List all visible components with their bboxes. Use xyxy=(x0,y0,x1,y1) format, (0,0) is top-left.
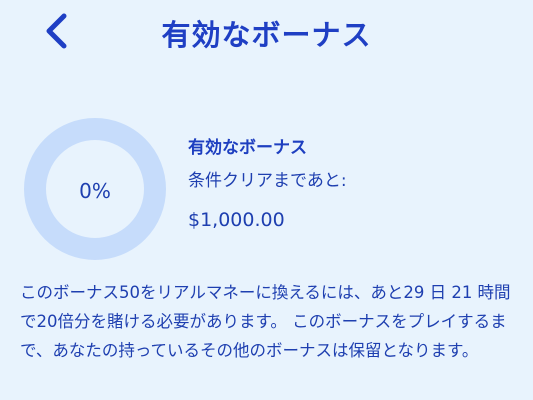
bonus-info: 有効なボーナス 条件クリアまであと: $1,000.00 xyxy=(188,134,347,234)
bonus-name: 有効なボーナス xyxy=(188,138,307,158)
header: 有効なボーナス xyxy=(0,0,533,64)
page-title: 有効なボーナス xyxy=(161,18,372,52)
remaining-label: 条件クリアまであと: xyxy=(188,171,347,191)
progress-percent: 0% xyxy=(79,179,111,203)
bonus-description: このボーナス50をリアルマネーに換えるには、あと29 日 21 時間で20倍分を… xyxy=(20,283,511,360)
remaining-amount: $1,000.00 xyxy=(188,209,285,231)
